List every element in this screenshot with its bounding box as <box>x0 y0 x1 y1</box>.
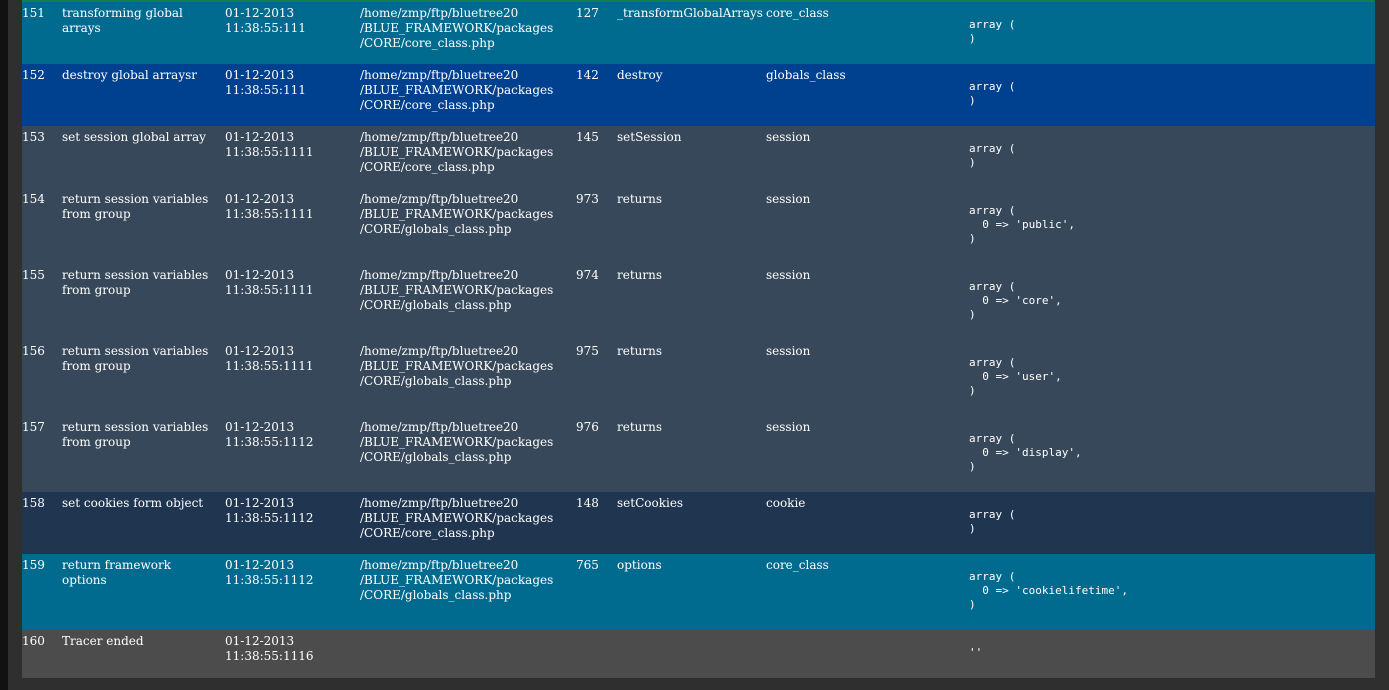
row-line: 145 <box>576 130 599 144</box>
row-index: 153 <box>22 130 45 144</box>
row-index: 160 <box>22 634 45 648</box>
row-time: 01-12-2013 11:38:55:1111 <box>225 130 314 159</box>
row-line: 973 <box>576 192 599 206</box>
row-file: /home/zmp/ftp/bluetree20 /BLUE_FRAMEWORK… <box>360 344 554 388</box>
row-message: return session variables from group <box>62 420 209 449</box>
table-row: 153 set session global array 01-12-2013 … <box>22 126 1375 188</box>
row-file: /home/zmp/ftp/bluetree20 /BLUE_FRAMEWORK… <box>360 68 554 112</box>
row-index: 151 <box>22 6 45 20</box>
row-function: options <box>617 558 662 572</box>
row-function: returns <box>617 420 663 434</box>
row-class: session <box>766 344 811 358</box>
row-function: _transformGlobalArrays <box>617 6 763 20</box>
row-class: globals_class <box>766 68 846 82</box>
row-index: 159 <box>22 558 45 572</box>
row-function: destroy <box>617 68 663 82</box>
row-args: array ( 0 => 'core', ) <box>969 280 1062 321</box>
row-function: returns <box>617 268 663 282</box>
row-time: 01-12-2013 11:38:55:1112 <box>225 558 314 587</box>
row-message: destroy global arraysr <box>62 68 198 82</box>
row-args: '' <box>969 646 983 659</box>
row-message: return framework options <box>62 558 171 587</box>
row-message: return session variables from group <box>62 344 209 373</box>
table-row: 156 return session variables from group … <box>22 340 1375 416</box>
row-index: 158 <box>22 496 45 510</box>
row-file: /home/zmp/ftp/bluetree20 /BLUE_FRAMEWORK… <box>360 558 554 602</box>
row-args: array ( ) <box>969 508 1016 535</box>
row-index: 154 <box>22 192 45 206</box>
row-function: setCookies <box>617 496 684 510</box>
row-args: array ( ) <box>969 18 1016 45</box>
row-class: session <box>766 420 811 434</box>
row-index: 152 <box>22 68 45 82</box>
row-args: array ( 0 => 'cookielifetime', ) <box>969 570 1128 611</box>
row-file: /home/zmp/ftp/bluetree20 /BLUE_FRAMEWORK… <box>360 192 554 236</box>
row-message: return session variables from group <box>62 192 209 221</box>
table-row: 154 return session variables from group … <box>22 188 1375 264</box>
table-row: 152 destroy global arraysr 01-12-2013 11… <box>22 64 1375 126</box>
row-function: returns <box>617 344 663 358</box>
row-message: set session global array <box>62 130 206 144</box>
row-time: 01-12-2013 11:38:55:111 <box>225 68 306 97</box>
row-line: 974 <box>576 268 599 282</box>
row-class: core_class <box>766 6 829 20</box>
row-args: array ( 0 => 'display', ) <box>969 432 1082 473</box>
row-line: 976 <box>576 420 599 434</box>
row-line: 765 <box>576 558 599 572</box>
row-function: returns <box>617 192 663 206</box>
row-time: 01-12-2013 11:38:55:1111 <box>225 192 314 221</box>
row-file: /home/zmp/ftp/bluetree20 /BLUE_FRAMEWORK… <box>360 420 554 464</box>
row-time: 01-12-2013 11:38:55:1112 <box>225 496 314 525</box>
row-index: 156 <box>22 344 45 358</box>
row-args: array ( ) <box>969 142 1016 169</box>
table-row: 151 transforming global arrays 01-12-201… <box>22 2 1375 64</box>
row-class: session <box>766 130 811 144</box>
row-index: 155 <box>22 268 45 282</box>
row-line: 148 <box>576 496 599 510</box>
row-file: /home/zmp/ftp/bluetree20 /BLUE_FRAMEWORK… <box>360 130 554 174</box>
row-time: 01-12-2013 11:38:55:1112 <box>225 420 314 449</box>
row-class: session <box>766 192 811 206</box>
table-row: 160 Tracer ended 01-12-2013 11:38:55:111… <box>22 630 1375 678</box>
row-time: 01-12-2013 11:38:55:1111 <box>225 268 314 297</box>
row-time: 01-12-2013 11:38:55:111 <box>225 6 306 35</box>
row-args: array ( 0 => 'user', ) <box>969 356 1062 397</box>
row-args: array ( 0 => 'public', ) <box>969 204 1075 245</box>
table-row: 159 return framework options 01-12-2013 … <box>22 554 1375 630</box>
row-class: session <box>766 268 811 282</box>
row-class: cookie <box>766 496 806 510</box>
row-message: return session variables from group <box>62 268 209 297</box>
row-args: array ( ) <box>969 80 1016 107</box>
row-function: setSession <box>617 130 682 144</box>
row-message: Tracer ended <box>62 634 144 648</box>
table-row: 155 return session variables from group … <box>22 264 1375 340</box>
row-message: transforming global arrays <box>62 6 183 35</box>
row-line: 975 <box>576 344 599 358</box>
row-time: 01-12-2013 11:38:55:1116 <box>225 634 314 663</box>
row-index: 157 <box>22 420 45 434</box>
trace-log-table: 151 transforming global arrays 01-12-201… <box>22 2 1375 678</box>
window-left-edge <box>0 0 8 690</box>
row-file: /home/zmp/ftp/bluetree20 /BLUE_FRAMEWORK… <box>360 496 554 540</box>
row-class: core_class <box>766 558 829 572</box>
row-message: set cookies form object <box>62 496 204 510</box>
row-file: /home/zmp/ftp/bluetree20 /BLUE_FRAMEWORK… <box>360 6 554 50</box>
row-time: 01-12-2013 11:38:55:1111 <box>225 344 314 373</box>
row-line: 127 <box>576 6 599 20</box>
row-file: /home/zmp/ftp/bluetree20 /BLUE_FRAMEWORK… <box>360 268 554 312</box>
table-row: 158 set cookies form object 01-12-2013 1… <box>22 492 1375 554</box>
row-line: 142 <box>576 68 599 82</box>
table-row: 157 return session variables from group … <box>22 416 1375 492</box>
